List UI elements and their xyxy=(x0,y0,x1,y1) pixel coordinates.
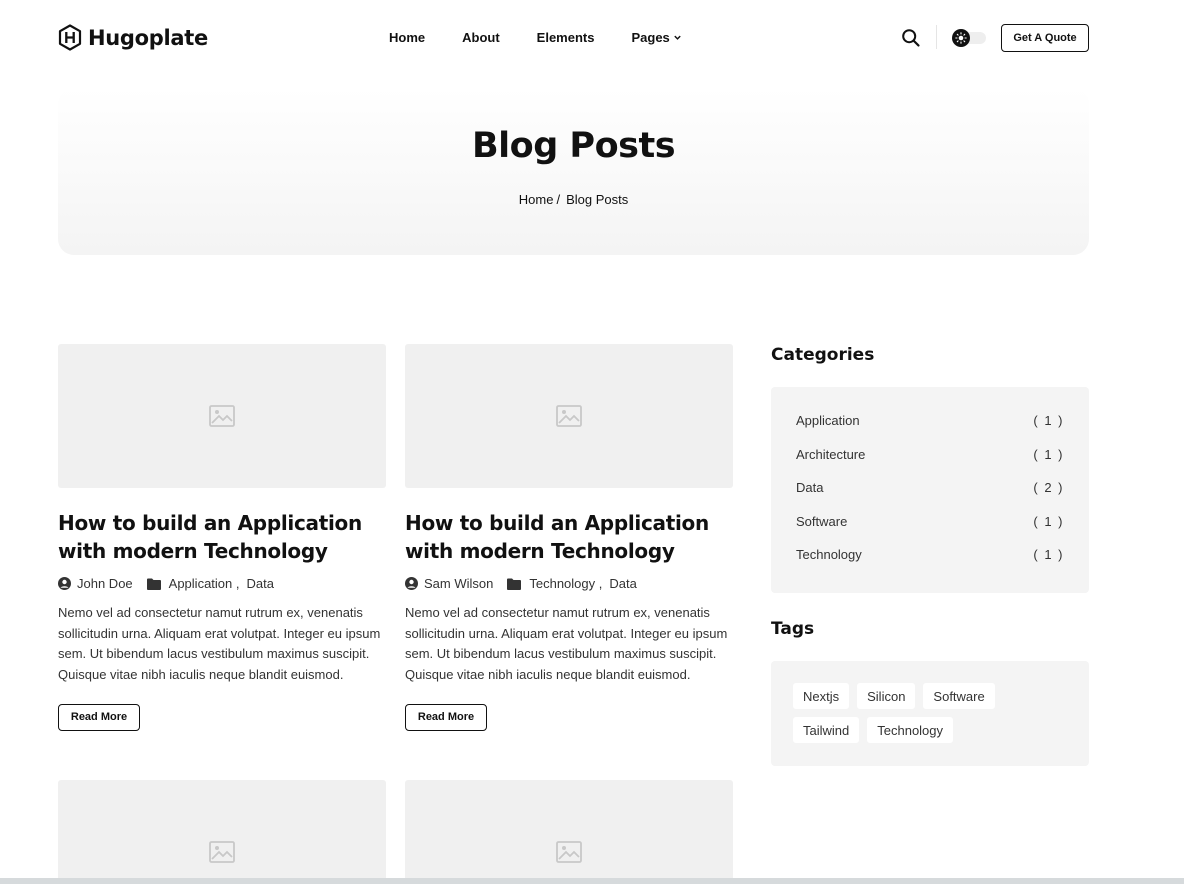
logo[interactable]: Hugoplate xyxy=(58,24,208,51)
categories-heading: Categories xyxy=(771,345,875,365)
chevron-down-icon xyxy=(674,35,681,40)
category-count: ( 1 ) xyxy=(1033,446,1064,462)
post-image[interactable] xyxy=(58,780,386,884)
category-name: Software xyxy=(796,513,848,529)
category-item[interactable]: Architecture ( 1 ) xyxy=(796,447,1064,481)
blog-post-card xyxy=(58,780,386,884)
tag[interactable]: Technology xyxy=(867,717,954,743)
category-count: ( 1 ) xyxy=(1033,513,1064,529)
category-item[interactable]: Data ( 2 ) xyxy=(796,480,1064,514)
category-separator: , xyxy=(595,576,603,591)
nav-home[interactable]: Home xyxy=(389,30,425,45)
category-count: ( 1 ) xyxy=(1033,547,1064,562)
post-category[interactable]: Data xyxy=(247,576,274,591)
tag[interactable]: Tailwind xyxy=(793,717,860,743)
read-more-button[interactable]: Read More xyxy=(58,703,140,731)
user-icon xyxy=(405,577,418,590)
blog-post-card xyxy=(405,780,733,884)
post-title[interactable]: How to build an Application with modern … xyxy=(58,509,386,565)
logo-text: Hugoplate xyxy=(88,25,208,50)
post-author: John Doe xyxy=(77,576,133,591)
breadcrumb-home[interactable]: Home xyxy=(519,192,554,207)
blog-post-card: How to build an Application with modern … xyxy=(405,344,733,731)
page-hero: Blog Posts Home / Blog Posts xyxy=(58,88,1089,255)
image-placeholder-icon xyxy=(556,841,582,863)
breadcrumb-current: Blog Posts xyxy=(566,192,629,207)
category-item[interactable]: Technology ( 1 ) xyxy=(796,547,1064,581)
tags-heading: Tags xyxy=(771,619,815,639)
nav-about[interactable]: About xyxy=(462,30,500,45)
category-item[interactable]: Application ( 1 ) xyxy=(796,413,1064,447)
post-meta: Sam Wilson Technology , Data xyxy=(405,576,733,591)
category-separator: , xyxy=(232,576,240,591)
breadcrumb: Home / Blog Posts xyxy=(58,192,1089,207)
image-placeholder-icon xyxy=(209,405,235,427)
post-category[interactable]: Data xyxy=(609,576,636,591)
get-a-quote-button[interactable]: Get A Quote xyxy=(1001,24,1089,52)
tag[interactable]: Silicon xyxy=(857,683,916,709)
post-excerpt: Nemo vel ad consectetur namut rutrum ex,… xyxy=(58,605,381,683)
post-excerpt: Nemo vel ad consectetur namut rutrum ex,… xyxy=(405,605,728,683)
image-placeholder-icon xyxy=(209,841,235,863)
post-title[interactable]: How to build an Application with modern … xyxy=(405,509,733,565)
window-bottom-edge xyxy=(0,878,1184,884)
tags-list: Nextjs Silicon Software Tailwind Technol… xyxy=(771,661,1089,766)
post-image[interactable] xyxy=(405,344,733,488)
post-meta: John Doe Application , Data xyxy=(58,576,386,591)
category-name: Technology xyxy=(796,547,862,562)
post-image[interactable] xyxy=(58,344,386,488)
tag[interactable]: Software xyxy=(923,683,995,709)
category-name: Data xyxy=(796,480,824,495)
category-name: Application xyxy=(796,413,860,428)
read-more-button[interactable]: Read More xyxy=(405,703,487,731)
site-header: Hugoplate Home About Elements Pages Get … xyxy=(0,0,1184,76)
folder-icon xyxy=(507,578,522,590)
blog-post-card: How to build an Application with modern … xyxy=(58,344,386,731)
category-name: Architecture xyxy=(796,446,866,462)
nav-pages-label: Pages xyxy=(631,30,670,45)
category-count: ( 2 ) xyxy=(1033,480,1064,495)
page-title: Blog Posts xyxy=(471,126,676,166)
nav-pages[interactable]: Pages xyxy=(631,30,681,45)
header-divider xyxy=(936,25,937,49)
breadcrumb-separator: / xyxy=(556,192,561,207)
category-count: ( 1 ) xyxy=(1033,413,1064,428)
tag[interactable]: Nextjs xyxy=(793,683,850,709)
theme-toggle[interactable] xyxy=(952,29,986,47)
categories-list: Application ( 1 ) Architecture ( 1 ) Dat… xyxy=(771,387,1089,593)
logo-icon xyxy=(58,24,82,51)
nav-elements[interactable]: Elements xyxy=(537,30,595,45)
toggle-knob xyxy=(952,29,970,47)
post-category[interactable]: Technology xyxy=(529,576,595,591)
post-category[interactable]: Application xyxy=(169,576,233,591)
search-icon[interactable] xyxy=(901,28,921,48)
post-author: Sam Wilson xyxy=(424,576,494,591)
user-icon xyxy=(58,577,71,590)
post-image[interactable] xyxy=(405,780,733,884)
image-placeholder-icon xyxy=(556,405,582,427)
folder-icon xyxy=(146,578,161,590)
main-nav: Home About Elements Pages xyxy=(389,30,682,45)
sun-icon xyxy=(955,32,967,44)
category-item[interactable]: Software ( 1 ) xyxy=(796,514,1064,548)
